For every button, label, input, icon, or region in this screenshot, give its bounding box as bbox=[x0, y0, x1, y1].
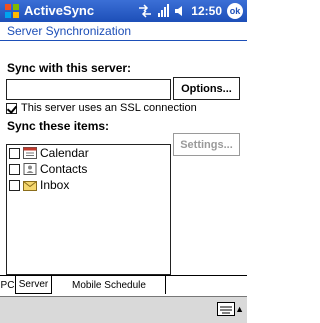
page-title: Server Synchronization bbox=[7, 24, 132, 38]
list-item-label: Inbox bbox=[40, 178, 70, 192]
sync-with-label: Sync with this server: bbox=[7, 61, 132, 75]
menu-bar: ▲ bbox=[0, 296, 247, 323]
connectivity-icon[interactable] bbox=[138, 4, 152, 18]
inbox-checkbox[interactable] bbox=[9, 179, 20, 191]
list-item-label: Calendar bbox=[40, 146, 89, 160]
options-button[interactable]: Options... bbox=[173, 77, 240, 100]
list-item[interactable]: Inbox bbox=[9, 178, 69, 192]
list-item[interactable]: Calendar bbox=[9, 146, 89, 160]
title-bar: ActiveSync 12:50 ok bbox=[0, 0, 247, 22]
ssl-row[interactable]: This server uses an SSL connection bbox=[6, 102, 197, 114]
server-input[interactable] bbox=[6, 79, 171, 100]
tab-bar: PC Server Mobile Schedule bbox=[0, 275, 247, 295]
tab-pc[interactable]: PC bbox=[0, 276, 15, 294]
keyboard-icon[interactable] bbox=[217, 302, 235, 316]
status-area: 12:50 ok bbox=[138, 3, 243, 19]
page-header: Server Synchronization bbox=[0, 22, 247, 41]
windows-flag-icon[interactable] bbox=[4, 3, 20, 19]
calendar-icon bbox=[23, 147, 37, 159]
sync-items-label: Sync these items: bbox=[7, 119, 110, 133]
ssl-label: This server uses an SSL connection bbox=[21, 102, 197, 114]
inbox-icon bbox=[23, 181, 37, 191]
speaker-icon[interactable] bbox=[174, 4, 186, 18]
tab-mobile-schedule[interactable]: Mobile Schedule bbox=[53, 276, 166, 294]
ok-button[interactable]: ok bbox=[227, 3, 243, 19]
tab-server[interactable]: Server bbox=[15, 276, 52, 294]
calendar-checkbox[interactable] bbox=[9, 147, 20, 159]
app-title: ActiveSync bbox=[24, 3, 95, 18]
list-item[interactable]: Contacts bbox=[9, 162, 87, 176]
ssl-checkbox[interactable] bbox=[6, 102, 17, 114]
sync-items-list[interactable]: Calendar Contacts Inbox bbox=[6, 144, 171, 275]
list-item-label: Contacts bbox=[40, 162, 88, 176]
contacts-icon bbox=[23, 163, 37, 175]
settings-button[interactable]: Settings... bbox=[173, 133, 240, 156]
contacts-checkbox[interactable] bbox=[9, 163, 20, 175]
input-menu-arrow-icon[interactable]: ▲ bbox=[235, 304, 244, 314]
signal-icon[interactable] bbox=[157, 4, 170, 18]
clock[interactable]: 12:50 bbox=[191, 4, 222, 18]
